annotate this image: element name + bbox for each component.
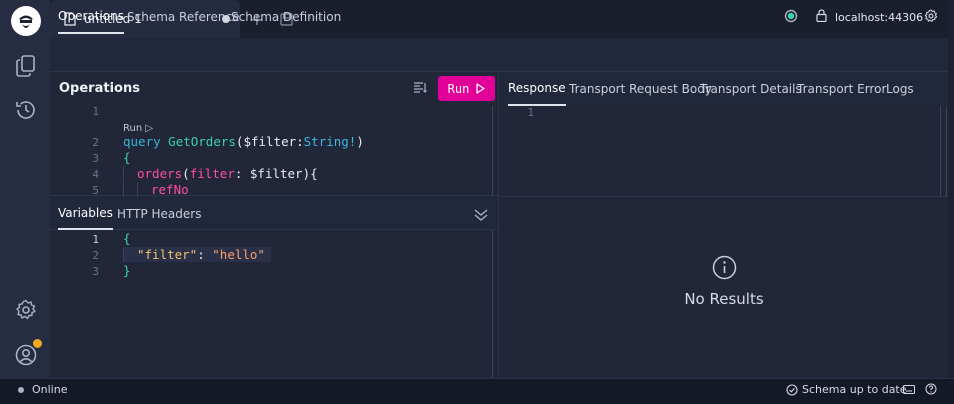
no-results-message: No Results [684,290,764,308]
line-number: 3 [92,152,99,165]
info-icon [712,255,737,284]
tab-response[interactable]: Response [508,72,566,106]
tab-transport-request-body[interactable]: Transport Request Body [569,72,712,106]
settings-gear-icon[interactable] [14,298,38,322]
check-circle-icon [786,383,798,396]
tab-transport-error[interactable]: Transport Error [797,72,886,106]
connection-settings-icon[interactable] [924,9,938,23]
code-line-selected: "filter": "hello" [123,247,271,262]
app-logo[interactable] [11,6,41,36]
line-number: 1 [92,233,99,246]
variables-scrollbar[interactable] [492,230,493,378]
tab-variables[interactable]: Variables [58,197,113,230]
run-button-label: Run [447,81,470,96]
line-number: 1 [92,105,99,118]
online-status: Online [32,383,68,396]
help-icon[interactable] [925,383,937,395]
tab-schema-definition[interactable]: Schema Definition [231,0,341,34]
endpoint-url[interactable]: localhost:44306 [835,11,923,24]
code-line: orders(filter: $filter){ [123,166,318,181]
connection-status-icon[interactable] [784,9,798,23]
tab-logs[interactable]: Logs [886,72,914,106]
line-number: 4 [92,168,99,181]
tab-transport-details[interactable]: Transport Details [700,72,802,106]
variables-header: Variables HTTP Headers [50,197,499,230]
response-scrollbar[interactable] [940,106,941,197]
line-number: 2 [92,249,99,262]
variables-editor[interactable]: 1 2 3 { "filter": "hello" } [50,230,499,378]
code-line: refNo [123,182,189,197]
prettify-icon[interactable] [413,81,428,94]
response-editor: 1 [500,106,948,197]
tab-http-headers[interactable]: HTTP Headers [117,197,201,230]
code-line: { [123,231,131,246]
banana-cake-pop-logo-icon [14,9,38,33]
operations-editor[interactable]: Operations Run 1 Run ▷ 2 3 4 5 query Get… [50,72,499,197]
response-tabs: Response Transport Request Body Transpor… [500,72,948,106]
play-icon [476,83,485,94]
response-scrollbar-track [946,106,947,197]
schema-status[interactable]: Schema up to date [786,383,907,396]
subtab-bar [50,38,948,72]
code-line: query GetOrders($filter:String!) [123,134,364,149]
documents-icon[interactable] [14,54,38,78]
code-line: } [123,263,131,278]
account-icon[interactable] [14,339,42,367]
code-line: { [123,150,131,165]
line-number: 1 [527,106,534,119]
lock-icon [816,9,827,22]
tab-operations[interactable]: Operations [58,0,124,34]
tab-schema-reference[interactable]: Schema Reference [127,0,240,34]
editor-scrollbar[interactable] [492,106,493,196]
schema-status-label: Schema up to date [802,383,907,396]
run-codelens[interactable]: Run ▷ [123,123,153,134]
line-number: 2 [92,136,99,149]
collapse-chevrons-icon[interactable] [474,207,488,226]
notification-badge [33,339,42,348]
results-panel: No Results [500,198,948,378]
history-icon[interactable] [14,98,38,122]
operations-title: Operations [59,81,140,96]
line-number: 5 [92,184,99,197]
run-button[interactable]: Run [438,76,495,101]
keyboard-icon[interactable] [903,385,915,394]
online-indicator-dot [18,387,24,393]
line-number: 3 [92,265,99,278]
